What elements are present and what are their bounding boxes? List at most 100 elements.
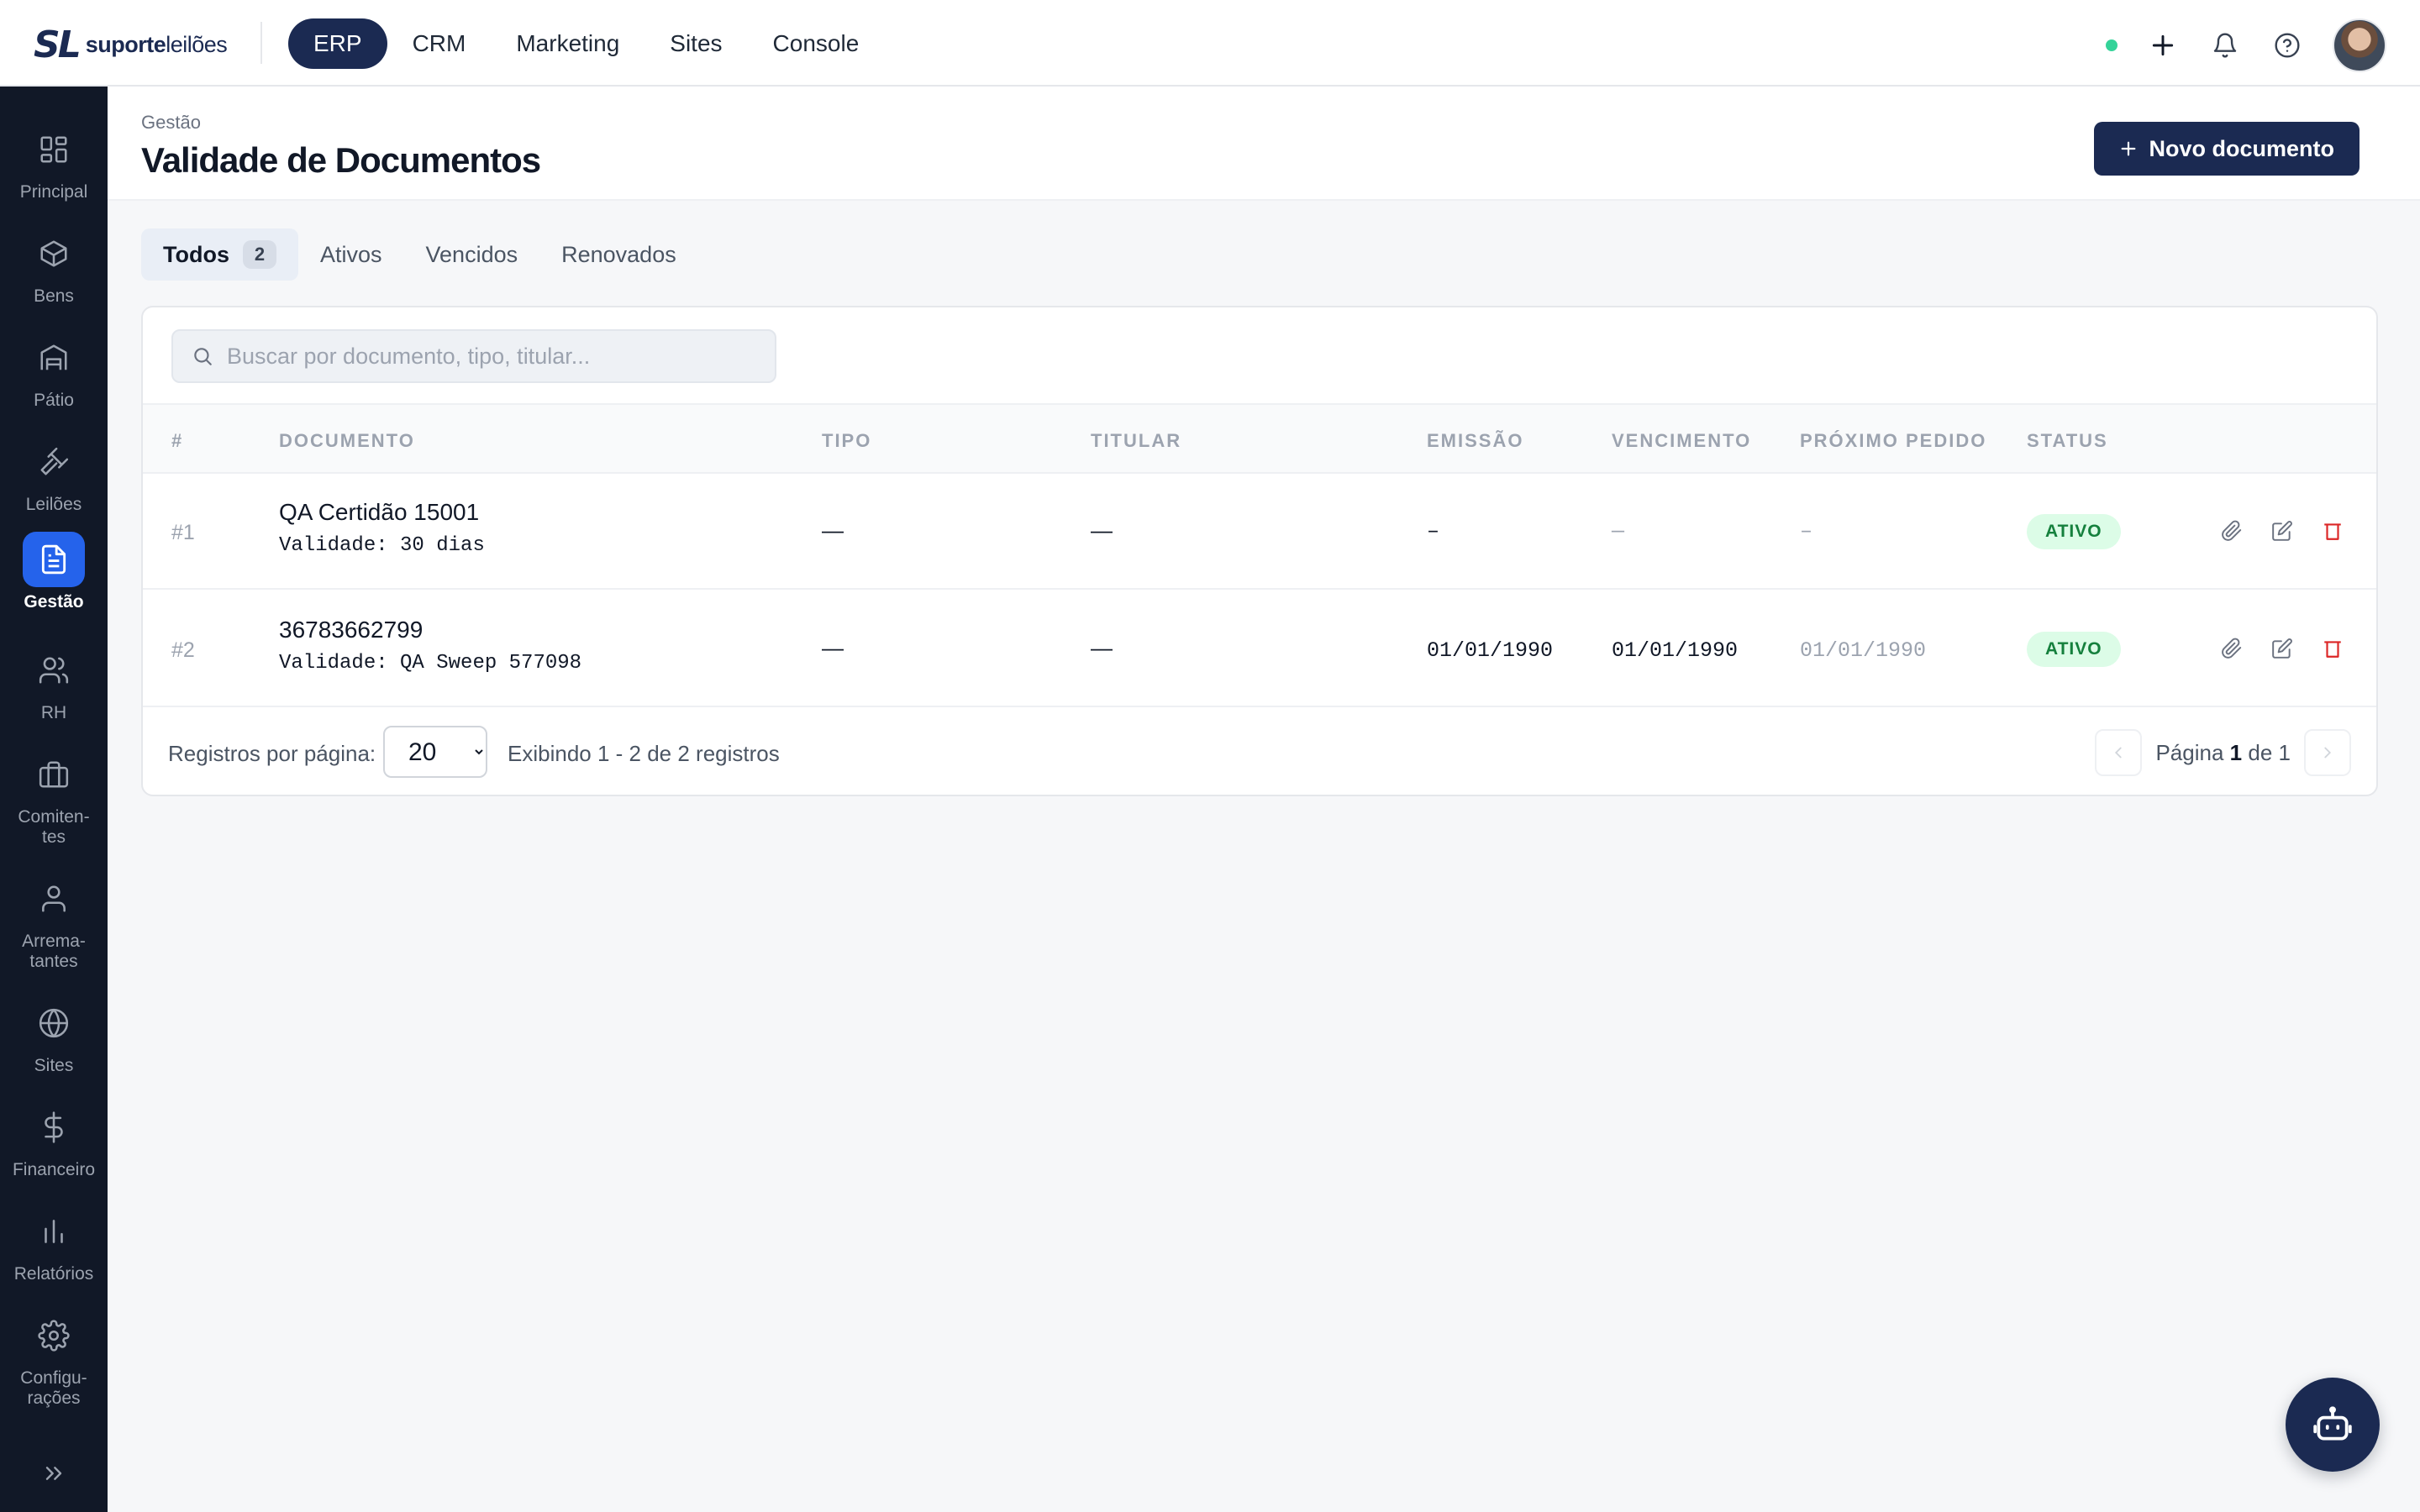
sidebar-item-bens[interactable]: Bens (0, 226, 108, 307)
page-indicator: Página 1 de 1 (2155, 739, 2291, 765)
sidebar-item-configuracoes[interactable]: Configu- rações (0, 1308, 108, 1409)
sidebar-item-label: Bens (34, 286, 74, 306)
gear-icon (23, 1308, 85, 1363)
bar-chart-icon (23, 1204, 85, 1259)
document-validity: Validade: 30 dias (279, 534, 485, 557)
top-nav-crm[interactable]: CRM (387, 18, 492, 69)
breadcrumb[interactable]: Gestão (141, 112, 201, 134)
paperclip-icon[interactable] (2220, 519, 2244, 543)
tipo-cell: — (822, 635, 844, 660)
column-header-vencimento[interactable]: VENCIMENTO (1612, 430, 1751, 452)
bell-icon[interactable] (2208, 29, 2242, 62)
sidebar-item-sites[interactable]: Sites (0, 995, 108, 1076)
top-nav-marketing[interactable]: Marketing (491, 18, 644, 69)
sidebar-item-relatorios[interactable]: Relatórios (0, 1204, 108, 1284)
status-badge: ATIVO (2027, 514, 2121, 549)
per-page-label: Registros por página: (168, 741, 376, 766)
previous-page-button[interactable] (2095, 729, 2143, 776)
column-header-status[interactable]: STATUS (2027, 430, 2108, 452)
titular-cell: — (1091, 517, 1113, 543)
sidebar-item-label: Sites (34, 1056, 74, 1075)
top-bar: SL suporteleilões ERP CRM Marketing Site… (0, 0, 2420, 87)
tipo-cell: — (822, 517, 844, 543)
row-index: #2 (171, 638, 195, 662)
globe-icon (23, 995, 85, 1051)
tab-todos[interactable]: Todos 2 (141, 228, 298, 281)
sidebar-item-label: Leilões (25, 495, 82, 514)
users-icon (23, 643, 85, 698)
plus-icon (2121, 141, 2135, 156)
column-header-emissao[interactable]: EMISSÃO (1427, 430, 1523, 452)
search-input[interactable] (227, 343, 765, 370)
filter-tabs: Todos 2 Ativos Vencidos Renovados (141, 228, 698, 281)
page-header: Gestão Validade de Documentos Novo docum… (108, 87, 2420, 201)
row-index: #1 (171, 521, 195, 544)
column-header-documento[interactable]: DOCUMENTO (279, 430, 415, 452)
edit-icon[interactable] (2270, 519, 2294, 543)
sidebar-item-label: Gestão (24, 592, 84, 612)
gavel-icon (23, 434, 85, 490)
assistant-button[interactable] (2286, 1378, 2380, 1472)
sidebar-item-arrematantes[interactable]: Arrema- tantes (0, 871, 108, 972)
brand-logo-mark: SL (34, 24, 82, 66)
document-name[interactable]: 36783662799 (279, 617, 581, 643)
sidebar-item-comitentes[interactable]: Comiten- tes (0, 747, 108, 848)
document-cell: 36783662799 Validade: QA Sweep 577098 (279, 617, 581, 675)
search-icon (194, 348, 212, 365)
sidebar-item-rh[interactable]: RH (0, 643, 108, 723)
status-badge: ATIVO (2027, 632, 2121, 667)
tab-count-badge: 2 (242, 240, 276, 269)
next-page-button[interactable] (2304, 729, 2351, 776)
online-status-dot (2106, 39, 2118, 51)
warehouse-icon (23, 330, 85, 386)
column-header-titular[interactable]: TITULAR (1091, 430, 1181, 452)
dollar-icon (23, 1100, 85, 1155)
top-nav-sites[interactable]: Sites (644, 18, 747, 69)
tab-label: Todos (163, 241, 229, 267)
documents-card: # DOCUMENTO TIPO TITULAR EMISSÃO VENCIME… (141, 306, 2378, 796)
chevrons-right-icon[interactable] (40, 1460, 67, 1487)
vencimento-cell: 01/01/1990 (1612, 638, 1739, 663)
sidebar-item-principal[interactable]: Principal (0, 122, 108, 202)
plus-icon[interactable] (2146, 29, 2180, 62)
column-header-index: # (171, 430, 184, 451)
edit-icon[interactable] (2270, 637, 2294, 660)
paperclip-icon[interactable] (2220, 637, 2244, 660)
top-nav-console[interactable]: Console (748, 18, 885, 69)
top-nav-erp[interactable]: ERP (288, 18, 387, 69)
sidebar-item-patio[interactable]: Pátio (0, 330, 108, 411)
tab-vencidos[interactable]: Vencidos (404, 228, 540, 281)
sidebar-item-gestao[interactable]: Gestão (0, 532, 108, 612)
document-icon (23, 532, 85, 587)
brand-logo[interactable]: SL suporteleilões (34, 24, 228, 66)
user-icon (23, 871, 85, 927)
chevron-left-icon (2115, 747, 2123, 759)
delete-icon[interactable] (2321, 519, 2344, 543)
tab-ativos[interactable]: Ativos (298, 228, 404, 281)
row-actions (2220, 637, 2344, 660)
document-name[interactable]: QA Certidão 15001 (279, 499, 485, 526)
table-row[interactable]: #1 QA Certidão 15001 Validade: 30 dias —… (143, 474, 2376, 590)
new-document-button[interactable]: Novo documento (2093, 122, 2360, 176)
logo-divider (260, 22, 262, 64)
emissao-cell: – (1427, 519, 1440, 543)
emissao-cell: 01/01/1990 (1427, 638, 1554, 663)
delete-icon[interactable] (2321, 637, 2344, 660)
box-icon (23, 226, 85, 281)
sidebar-item-label: Financeiro (12, 1160, 96, 1179)
proximo-pedido-cell: – (1800, 519, 1813, 543)
chevron-right-icon (2324, 747, 2332, 759)
proximo-pedido-cell: 01/01/1990 (1800, 638, 1927, 663)
tab-renovados[interactable]: Renovados (539, 228, 698, 281)
column-header-proximo-pedido[interactable]: PRÓXIMO PEDIDO (1800, 430, 1986, 452)
help-icon[interactable] (2270, 29, 2304, 62)
column-header-tipo[interactable]: TIPO (822, 430, 871, 452)
sidebar-item-leiloes[interactable]: Leilões (0, 434, 108, 515)
search-box (171, 329, 776, 383)
vencimento-cell: — (1612, 519, 1625, 543)
per-page-select[interactable]: 20 (383, 726, 487, 778)
table-row[interactable]: #2 36783662799 Validade: QA Sweep 577098… (143, 591, 2376, 707)
sidebar-item-financeiro[interactable]: Financeiro (0, 1100, 108, 1180)
briefcase-icon (23, 747, 85, 802)
user-avatar[interactable] (2333, 18, 2386, 72)
